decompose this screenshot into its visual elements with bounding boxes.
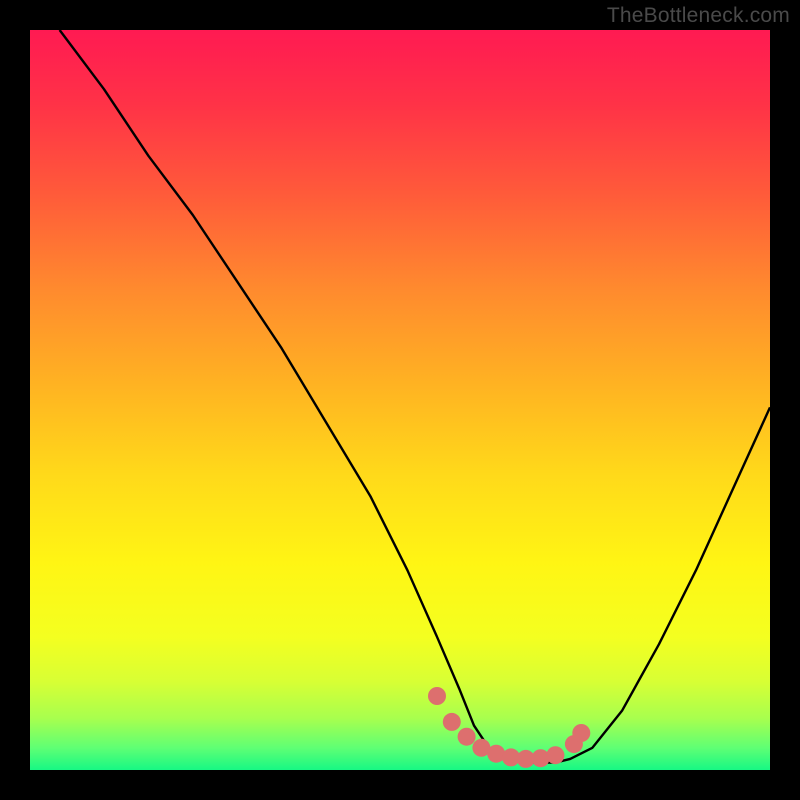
gradient-plot-area xyxy=(30,30,770,770)
valley-marker xyxy=(458,728,476,746)
watermark-text: TheBottleneck.com xyxy=(607,4,790,28)
valley-marker xyxy=(572,724,590,742)
valley-marker xyxy=(532,749,550,767)
valley-marker xyxy=(546,746,564,764)
valley-marker xyxy=(428,687,446,705)
chart-frame: TheBottleneck.com xyxy=(0,0,800,800)
valley-marker xyxy=(443,713,461,731)
bottleneck-chart xyxy=(0,0,800,800)
